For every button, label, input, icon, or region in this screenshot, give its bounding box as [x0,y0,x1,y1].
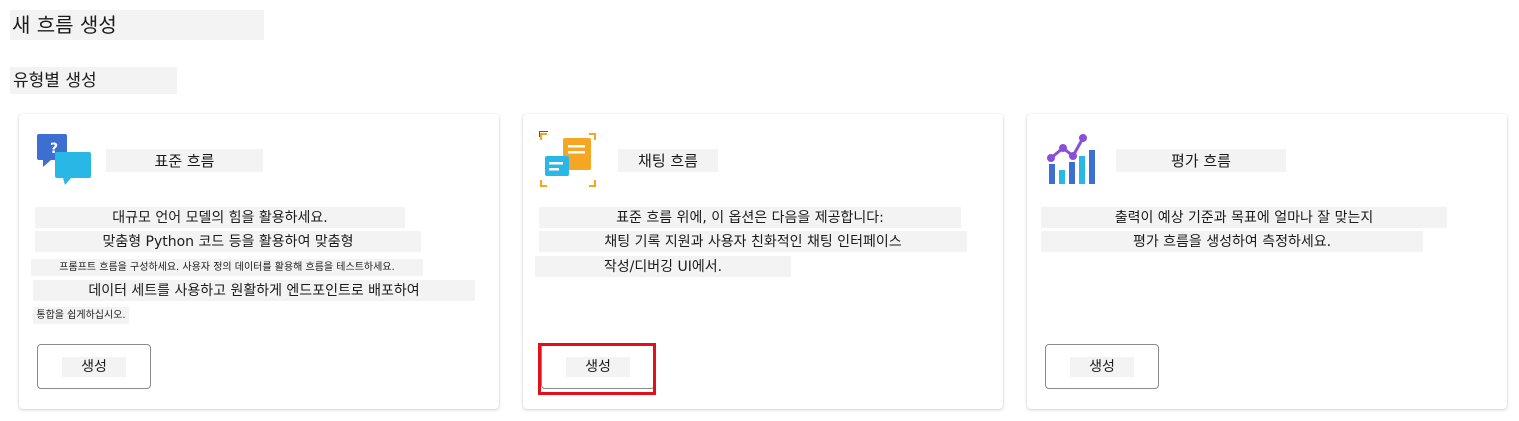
card-description-line: 맞춤형 Python 코드 등을 활용하여 맞춤형 [35,231,421,252]
card-description-line: 프롬프트 흐름을 구성하세요. 사용자 정의 데이터를 활용해 흐름을 테스트하… [31,259,423,276]
create-button[interactable]: 생성 [37,344,151,389]
card-description-line: 통합을 쉽게하십시오. [33,307,129,324]
card-description-line: 출력이 예상 기준과 목표에 얼마나 잘 맞는지 [1041,207,1447,228]
card-title: 평가 흐름 [1116,149,1286,172]
chat-document-icon [539,132,597,190]
create-button-label: 생성 [1070,357,1134,377]
chat-question-icon: ? [35,130,93,188]
card-description-line: 대규모 언어 모델의 힘을 활용하세요. [35,207,405,228]
page-title: 새 흐름 생성 [10,10,264,40]
create-button[interactable]: 생성 [1045,344,1159,389]
card-title: 표준 흐름 [106,149,263,172]
create-button[interactable]: 생성 [541,344,655,389]
card-chat-flow: 채팅 흐름 표준 흐름 위에, 이 옵션은 다음을 제공합니다: 채팅 기록 지… [523,114,1003,409]
card-description-line: 평가 흐름을 생성하여 측정하세요. [1041,231,1423,252]
card-standard-flow: ? 표준 흐름 대규모 언어 모델의 힘을 활용하세요. 맞춤형 Python … [19,114,499,409]
chart-evaluation-icon [1043,130,1101,188]
card-description-line: 채팅 기록 지원과 사용자 친화적인 채팅 인터페이스 [539,231,967,252]
card-title: 채팅 흐름 [618,149,718,172]
create-button-label: 생성 [62,357,126,377]
section-title: 유형별 생성 [10,67,177,94]
card-description-line: 작성/디버깅 UI에서. [535,256,791,277]
card-description-line: 표준 흐름 위에, 이 옵션은 다음을 제공합니다: [539,207,961,228]
card-evaluation-flow: 평가 흐름 출력이 예상 기준과 목표에 얼마나 잘 맞는지 평가 흐름을 생성… [1027,114,1507,409]
create-button-label: 생성 [566,357,630,377]
card-description-line: 데이터 세트를 사용하고 원활하게 엔드포인트로 배포하여 [33,280,475,301]
